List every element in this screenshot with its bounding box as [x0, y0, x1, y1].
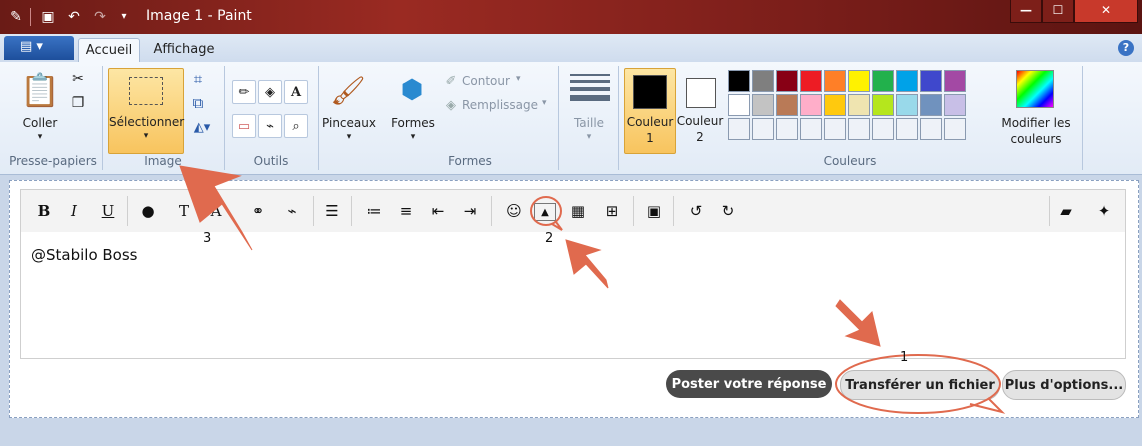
annotation-number-2: 2	[545, 231, 554, 246]
arrow-2-icon	[565, 239, 609, 289]
upload-circle-mark	[835, 354, 1001, 414]
arrow-1-icon	[835, 299, 881, 347]
arrow-3-icon	[179, 165, 253, 251]
image-circle-mark	[530, 196, 562, 226]
annotation-number-3: 3	[203, 231, 212, 246]
annotation-overlay	[179, 165, 1006, 414]
annotation-number-1: 1	[900, 350, 909, 365]
